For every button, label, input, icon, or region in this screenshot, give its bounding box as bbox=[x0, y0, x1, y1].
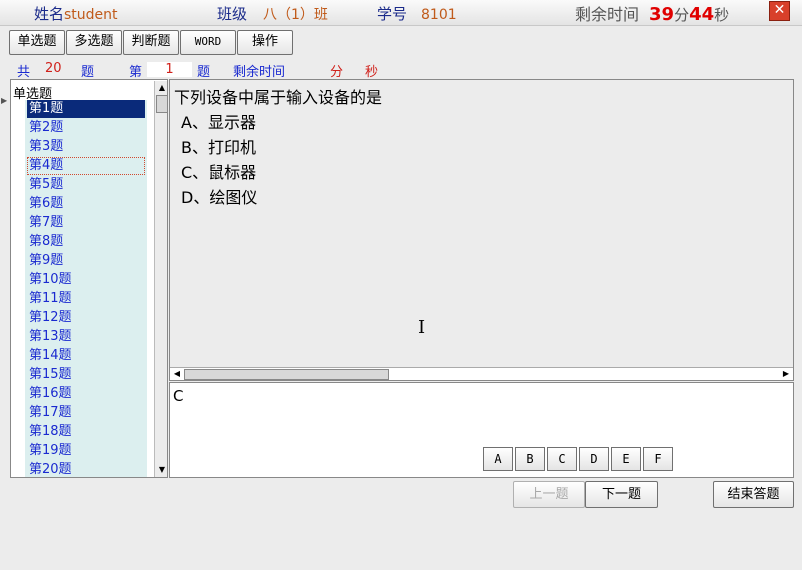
finish-exam-button[interactable]: 结束答题 bbox=[713, 481, 794, 508]
answer-button-a[interactable]: A bbox=[483, 447, 513, 471]
question-list-item[interactable]: 第3题 bbox=[27, 138, 145, 156]
question-text: 下列设备中属于输入设备的是 bbox=[174, 88, 383, 107]
answer-input[interactable]: C bbox=[173, 387, 183, 405]
student-name: 姓名student bbox=[34, 3, 118, 24]
countdown-timer: 剩余时间 39分44秒 bbox=[575, 1, 729, 25]
total-prefix: 共 bbox=[17, 65, 31, 80]
question-list-item[interactable]: 第11题 bbox=[27, 290, 145, 308]
scroll-left-icon[interactable]: ◀ bbox=[171, 368, 183, 380]
student-class: 班级 八（1）班 bbox=[217, 3, 328, 24]
question-list-item[interactable]: 第8题 bbox=[27, 233, 145, 251]
answer-button-c[interactable]: C bbox=[547, 447, 577, 471]
tab-single-choice[interactable]: 单选题 bbox=[9, 30, 65, 55]
option-a: A、显示器 bbox=[181, 113, 256, 132]
question-list-item[interactable]: 第20题 bbox=[27, 461, 145, 477]
prev-question-button[interactable]: 上一题 bbox=[513, 481, 585, 508]
question-list-item[interactable]: 第19题 bbox=[27, 442, 145, 460]
question-list-item[interactable]: 第2题 bbox=[27, 119, 145, 137]
side-arrow-icon: ▶ bbox=[1, 96, 8, 105]
question-list-item[interactable]: 第6题 bbox=[27, 195, 145, 213]
question-list-item[interactable]: 第7题 bbox=[27, 214, 145, 232]
question-list-item[interactable]: 第14题 bbox=[27, 347, 145, 365]
question-list-item[interactable]: 第18题 bbox=[27, 423, 145, 441]
close-icon: ✕ bbox=[773, 2, 786, 18]
current-suffix: 题 bbox=[197, 65, 211, 80]
tab-operation[interactable]: 操作 bbox=[237, 30, 293, 55]
answer-panel[interactable]: C A B C D E F bbox=[169, 382, 794, 478]
question-list-item[interactable]: 第10题 bbox=[27, 271, 145, 289]
timer-minutes: 39 bbox=[649, 4, 675, 25]
question-list-item[interactable]: 第5题 bbox=[27, 176, 145, 194]
current-prefix: 第 bbox=[129, 65, 143, 80]
close-button[interactable]: ✕ bbox=[769, 1, 790, 21]
student-id-value: 8101 bbox=[421, 7, 457, 23]
class-label: 班级 bbox=[217, 5, 248, 23]
total-count: 20 bbox=[45, 61, 62, 76]
next-question-button[interactable]: 下一题 bbox=[585, 481, 658, 508]
question-list-item[interactable]: 第12题 bbox=[27, 309, 145, 327]
answer-button-b[interactable]: B bbox=[515, 447, 545, 471]
question-list-item[interactable]: 第13题 bbox=[27, 328, 145, 346]
scroll-up-icon[interactable]: ▲ bbox=[156, 82, 167, 94]
question-list-item[interactable]: 第15题 bbox=[27, 366, 145, 384]
remaining-time-label: 剩余时间 bbox=[233, 65, 286, 80]
text-cursor-icon: I bbox=[418, 317, 426, 338]
name-value: student bbox=[64, 7, 118, 23]
answer-button-e[interactable]: E bbox=[611, 447, 641, 471]
total-suffix: 题 bbox=[81, 65, 95, 80]
timer-seconds: 44 bbox=[689, 4, 715, 25]
title-bar: 姓名student 班级 八（1）班 学号 8101 剩余时间 39分44秒 ✕ bbox=[0, 0, 802, 26]
option-c: C、鼠标器 bbox=[181, 163, 257, 182]
hscroll-thumb[interactable] bbox=[184, 369, 389, 380]
option-b: B、打印机 bbox=[181, 138, 256, 157]
question-list-scrollbar[interactable]: ▲ ▼ bbox=[154, 81, 167, 477]
scroll-down-icon[interactable]: ▼ bbox=[156, 464, 167, 476]
student-id: 学号 8101 bbox=[377, 3, 457, 24]
question-list-item[interactable]: 第9题 bbox=[27, 252, 145, 270]
tab-true-false[interactable]: 判断题 bbox=[123, 30, 179, 55]
question-list-item[interactable]: 第17题 bbox=[27, 404, 145, 422]
timer-seconds-unit: 秒 bbox=[714, 6, 730, 24]
timer-label: 剩余时间 bbox=[575, 5, 640, 24]
current-question-number: 1 bbox=[147, 62, 192, 77]
tab-word[interactable]: WORD bbox=[180, 30, 236, 55]
question-list: 第1题 第2题 第3题 第4题 第5题 第6题 第7题 第8题 第9题 第10题 第11题 第12题第… bbox=[25, 100, 147, 477]
answer-button-f[interactable]: F bbox=[643, 447, 673, 471]
answer-button-d[interactable]: D bbox=[579, 447, 609, 471]
name-label: 姓名 bbox=[34, 5, 65, 23]
remaining-seconds-unit: 秒 bbox=[365, 65, 379, 80]
question-panel: 下列设备中属于输入设备的是 A、显示器 B、打印机 C、鼠标器 D、绘图仪 I … bbox=[169, 79, 794, 381]
student-id-label: 学号 bbox=[377, 5, 408, 23]
question-list-panel: 单选题 第1题 第2题 第3题 第4题 第5题 第6题 第7题 第8题 第9题 第10题 第11题第… bbox=[10, 79, 168, 478]
remaining-minutes-unit: 分 bbox=[330, 65, 344, 80]
tab-multiple-choice[interactable]: 多选题 bbox=[66, 30, 122, 55]
question-list-item[interactable]: 第1题 bbox=[27, 100, 145, 118]
option-d: D、绘图仪 bbox=[181, 188, 258, 207]
scroll-thumb[interactable] bbox=[156, 95, 167, 113]
timer-minutes-unit: 分 bbox=[674, 6, 690, 24]
question-hscrollbar[interactable]: ◀ ▶ bbox=[170, 367, 793, 380]
question-list-item[interactable]: 第4题 bbox=[27, 157, 145, 175]
question-list-item[interactable]: 第16题 bbox=[27, 385, 145, 403]
scroll-right-icon[interactable]: ▶ bbox=[780, 368, 792, 380]
class-value: 八（1）班 bbox=[263, 7, 328, 23]
